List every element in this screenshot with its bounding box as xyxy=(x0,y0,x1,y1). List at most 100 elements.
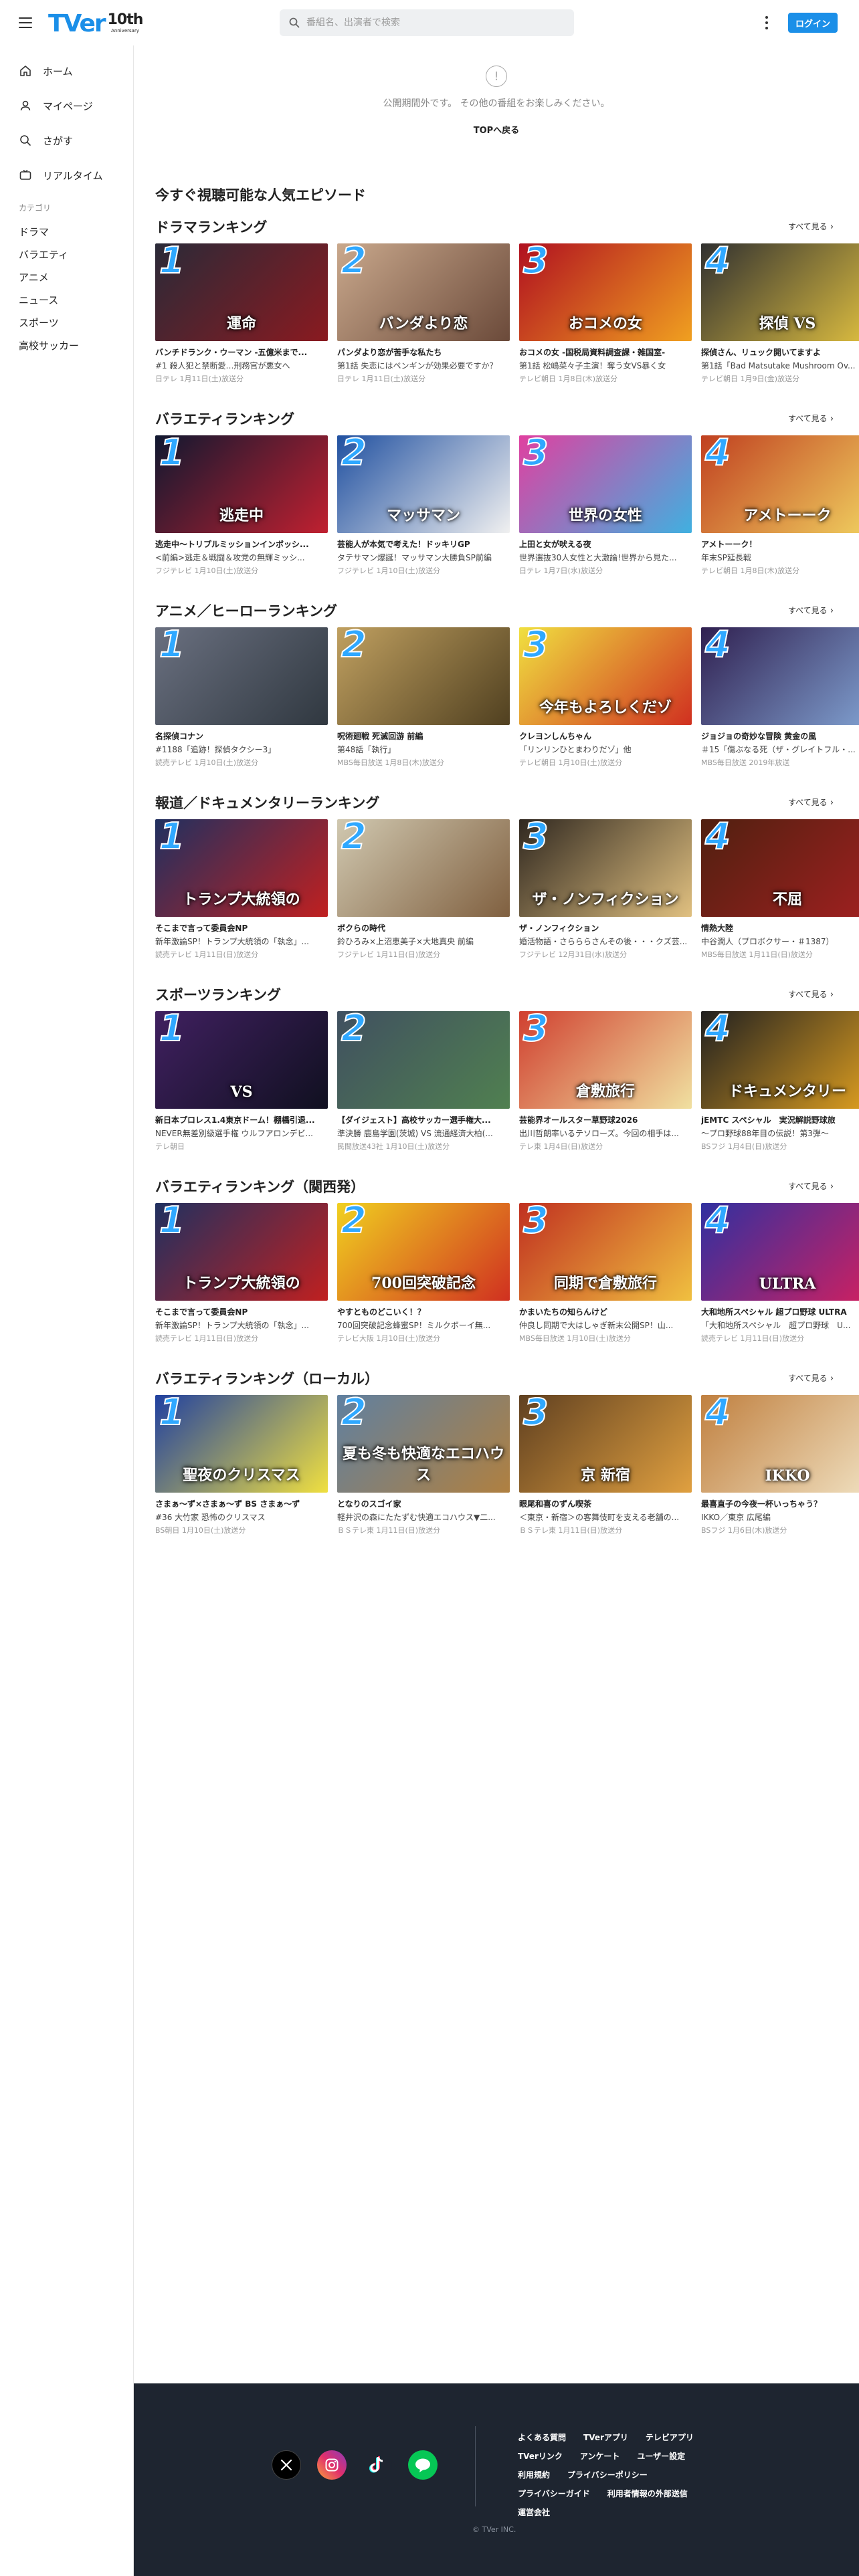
episode-thumbnail[interactable]: 3 おコメの女 xyxy=(519,243,692,341)
episode-card[interactable]: 4 IKKO 最喜直子の今夜一杯いっちゃう？ IKKO／東京 広尾編 BSフジ 1月6日… xyxy=(701,1395,859,1555)
episode-thumbnail[interactable]: 4 不屈 xyxy=(701,819,859,917)
episode-thumbnail[interactable]: 1 xyxy=(155,627,328,725)
search-input[interactable] xyxy=(306,10,561,35)
episode-title[interactable]: となりのスゴイ家 xyxy=(337,1498,510,1509)
see-all-link[interactable]: すべて見る xyxy=(788,1180,834,1192)
episode-thumbnail[interactable]: 3 同期で倉敷旅行 xyxy=(519,1203,692,1301)
episode-title[interactable]: 芸能人が本気で考えた！ドッキリGP xyxy=(337,538,510,550)
footer-link-terms[interactable]: 利用規約 xyxy=(518,2469,550,2480)
episode-card[interactable]: 1 トランプ大統領の そこまで言って委員会NP 新年激論SP！トランプ大統領の「執念」… xyxy=(155,819,328,980)
episode-title[interactable]: jEMTC スペシャル 実況解説野球旅 xyxy=(701,1114,859,1125)
episode-thumbnail[interactable]: 3 世界の女性 xyxy=(519,435,692,533)
episode-thumbnail[interactable]: 1 トランプ大統領の xyxy=(155,819,328,917)
episode-title[interactable]: 探偵さん、リュック開いてますよ xyxy=(701,346,859,358)
footer-link-user-settings[interactable]: ユーザー設定 xyxy=(637,2450,685,2462)
see-all-link[interactable]: すべて見る xyxy=(788,988,834,1000)
see-all-link[interactable]: すべて見る xyxy=(788,221,834,232)
episode-card[interactable]: 4 ジョジョの奇妙な冒険 黄金の風 ＃15「傷ぶなる死（ザ・グレイトフル・... MB… xyxy=(701,627,859,788)
episode-title[interactable]: バンチドランク・ウーマン ‐五億米まで... xyxy=(155,346,328,358)
episode-thumbnail[interactable]: 3 京 新宿 xyxy=(519,1395,692,1493)
more-menu-icon[interactable] xyxy=(760,13,773,32)
category-item-variety[interactable]: バラエティ xyxy=(0,243,133,265)
episode-card[interactable]: 2 呪術廻戦 死滅回游 前編 第48話「執行」 MBS毎日放送 1月8日(木)放送分 xyxy=(337,627,510,788)
episode-thumbnail[interactable]: 4 ULTRA xyxy=(701,1203,859,1301)
episode-title[interactable]: ジョジョの奇妙な冒険 黄金の風 xyxy=(701,730,859,742)
episode-card[interactable]: 1 名探偵コナン #1188「追跡！探偵タクシー3」 読売テレビ 1月10日(土)放送… xyxy=(155,627,328,788)
episode-thumbnail[interactable]: 1 VS xyxy=(155,1011,328,1109)
footer-link-faq[interactable]: よくある質問 xyxy=(518,2432,566,2443)
episode-thumbnail[interactable]: 3 倉敷旅行 xyxy=(519,1011,692,1109)
episode-thumbnail[interactable]: 2 夏も冬も快適なエコハウス xyxy=(337,1395,510,1493)
menu-icon[interactable] xyxy=(17,15,33,31)
episode-card[interactable]: 3 おコメの女 おコメの女 ‐国税局資料調査課・雑国室‐ 第1話 松嶋菜々子主演！奪う… xyxy=(519,243,692,404)
episode-thumbnail[interactable]: 2 xyxy=(337,819,510,917)
episode-card[interactable]: 1 聖夜のクリスマス さまぁ〜ず×さまぁ〜ず BS さまぁ〜ず #36 大竹家 恐怖の… xyxy=(155,1395,328,1555)
episode-title[interactable]: そこまで言って委員会NP xyxy=(155,922,328,934)
footer-link-app[interactable]: TVerアプリ xyxy=(583,2432,628,2443)
episode-title[interactable]: やすとものどこいく！？ xyxy=(337,1306,510,1317)
footer-link-survey[interactable]: アンケート xyxy=(580,2450,620,2462)
episode-card[interactable]: 4 不屈 情熱大陸 中谷潤人（プロボクサー・＃1387） MBS毎日放送 1月11日(日… xyxy=(701,819,859,980)
episode-title[interactable]: おコメの女 ‐国税局資料調査課・雑国室‐ xyxy=(519,346,692,358)
episode-card[interactable]: 4 アメトーーク アメトーーク！ 年末SP延長戦 テレビ朝日 1月8日(木)放送分 xyxy=(701,435,859,596)
episode-card[interactable]: 3 今年もよろしくだゾ クレヨンしんちゃん 「リンリンひとまわりだゾ」他 テレビ朝日 1… xyxy=(519,627,692,788)
search-box[interactable] xyxy=(280,9,574,36)
sidebar-item-home[interactable]: ホーム xyxy=(0,53,133,88)
episode-thumbnail[interactable]: 4 ドキュメンタリー xyxy=(701,1011,859,1109)
instagram-icon[interactable] xyxy=(317,2450,347,2480)
see-all-link[interactable]: すべて見る xyxy=(788,413,834,424)
episode-thumbnail[interactable]: 2 700回突破記念 xyxy=(337,1203,510,1301)
episode-card[interactable]: 4 ULTRA 大和地所スペシャル 超プロ野球 ULTRA 「大和地所スペシャル 超プ… xyxy=(701,1203,859,1364)
footer-link-tv-app[interactable]: テレビアプリ xyxy=(646,2432,694,2443)
episode-title[interactable]: パンダより恋が苦手な私たち xyxy=(337,346,510,358)
episode-title[interactable]: 眼尾和喜のずん喫茶 xyxy=(519,1498,692,1509)
episode-title[interactable]: 情熱大陸 xyxy=(701,922,859,934)
x-icon[interactable] xyxy=(272,2450,301,2480)
episode-thumbnail[interactable]: 1 聖夜のクリスマス xyxy=(155,1395,328,1493)
episode-title[interactable]: かまいたちの知らんけど xyxy=(519,1306,692,1317)
footer-link-external-data[interactable]: 利用者情報の外部送信 xyxy=(607,2488,688,2499)
footer-link-company[interactable]: 運営会社 xyxy=(518,2506,550,2518)
episode-card[interactable]: 2 マッサマン 芸能人が本気で考えた！ドッキリGP タテサマン爆誕！マッサマン大勝負S… xyxy=(337,435,510,596)
login-button[interactable]: ログイン xyxy=(788,13,838,33)
episode-card[interactable]: 3 同期で倉敷旅行 かまいたちの知らんけど 仲良し同期で大はしゃぎ新末公開SP！山..… xyxy=(519,1203,692,1364)
see-all-link[interactable]: すべて見る xyxy=(788,1372,834,1384)
episode-card[interactable]: 4 ドキュメンタリー jEMTC スペシャル 実況解説野球旅 〜プロ野球88年目の伝説… xyxy=(701,1011,859,1172)
episode-thumbnail[interactable]: 4 探偵 VS xyxy=(701,243,859,341)
episode-card[interactable]: 2 【ダイジェスト】高校サッカー選手権大... 準決勝 鹿島学園(茨城) VS 流通… xyxy=(337,1011,510,1172)
episode-title[interactable]: 【ダイジェスト】高校サッカー選手権大... xyxy=(337,1114,510,1125)
episode-title[interactable]: 呪術廻戦 死滅回游 前編 xyxy=(337,730,510,742)
episode-card[interactable]: 4 探偵 VS 探偵さん、リュック開いてますよ 第1話「Bad Matsutake M… xyxy=(701,243,859,404)
episode-title[interactable]: ザ・ノンフィクション xyxy=(519,922,692,934)
episode-card[interactable]: 1 逃走中 逃走中〜トリプルミッションインボッシ... <前編>逃走＆戦闘＆攻党の無輝… xyxy=(155,435,328,596)
episode-thumbnail[interactable]: 4 xyxy=(701,627,859,725)
episode-thumbnail[interactable]: 1 運命 xyxy=(155,243,328,341)
episode-title[interactable]: 芸能界オールスター草野球2026 xyxy=(519,1114,692,1125)
episode-card[interactable]: 1 トランプ大統領の そこまで言って委員会NP 新年激論SP！トランプ大統領の「執念」… xyxy=(155,1203,328,1364)
episode-card[interactable]: 3 ザ・ノンフィクション ザ・ノンフィクション 婚活物語・さらららさんその後・・・クズ… xyxy=(519,819,692,980)
episode-thumbnail[interactable]: 2 xyxy=(337,1011,510,1109)
tver-logo[interactable]: TVer 10th Anniversary xyxy=(48,8,143,37)
tiktok-icon[interactable] xyxy=(363,2450,392,2480)
back-to-top-link[interactable]: TOPへ戻る xyxy=(134,123,859,136)
episode-thumbnail[interactable]: 1 逃走中 xyxy=(155,435,328,533)
episode-title[interactable]: クレヨンしんちゃん xyxy=(519,730,692,742)
episode-card[interactable]: 2 バンダより恋 パンダより恋が苦手な私たち 第1話 失恋にはペンギンが効果必要ですか… xyxy=(337,243,510,404)
see-all-link[interactable]: すべて見る xyxy=(788,605,834,616)
episode-card[interactable]: 3 京 新宿 眼尾和喜のずん喫茶 ＜東京・新宿＞の客舞伎町を支える老舗の... ＢＳテレ… xyxy=(519,1395,692,1555)
category-item-anime[interactable]: アニメ xyxy=(0,265,133,288)
footer-link-privacy-policy[interactable]: プライバシーポリシー xyxy=(567,2469,648,2480)
footer-link-tver-link[interactable]: TVerリンク xyxy=(518,2450,563,2462)
see-all-link[interactable]: すべて見る xyxy=(788,796,834,808)
episode-thumbnail[interactable]: 3 今年もよろしくだゾ xyxy=(519,627,692,725)
footer-link-privacy-guide[interactable]: プライバシーガイド xyxy=(518,2488,590,2499)
episode-title[interactable]: 名探偵コナン xyxy=(155,730,328,742)
episode-card[interactable]: 2 700回突破記念 やすとものどこいく！？ 700回突破記念蜂蜜SP！ミルクボーイ無… xyxy=(337,1203,510,1364)
line-icon[interactable] xyxy=(408,2450,438,2480)
episode-thumbnail[interactable]: 4 アメトーーク xyxy=(701,435,859,533)
episode-title[interactable]: 最喜直子の今夜一杯いっちゃう？ xyxy=(701,1498,859,1509)
episode-card[interactable]: 3 倉敷旅行 芸能界オールスター草野球2026 出川哲朗率いるテソローズ。今回の相手は… xyxy=(519,1011,692,1172)
episode-title[interactable]: ボクらの時代 xyxy=(337,922,510,934)
episode-title[interactable]: さまぁ〜ず×さまぁ〜ず BS さまぁ〜ず xyxy=(155,1498,328,1509)
sidebar-item-search[interactable]: さがす xyxy=(0,123,133,158)
